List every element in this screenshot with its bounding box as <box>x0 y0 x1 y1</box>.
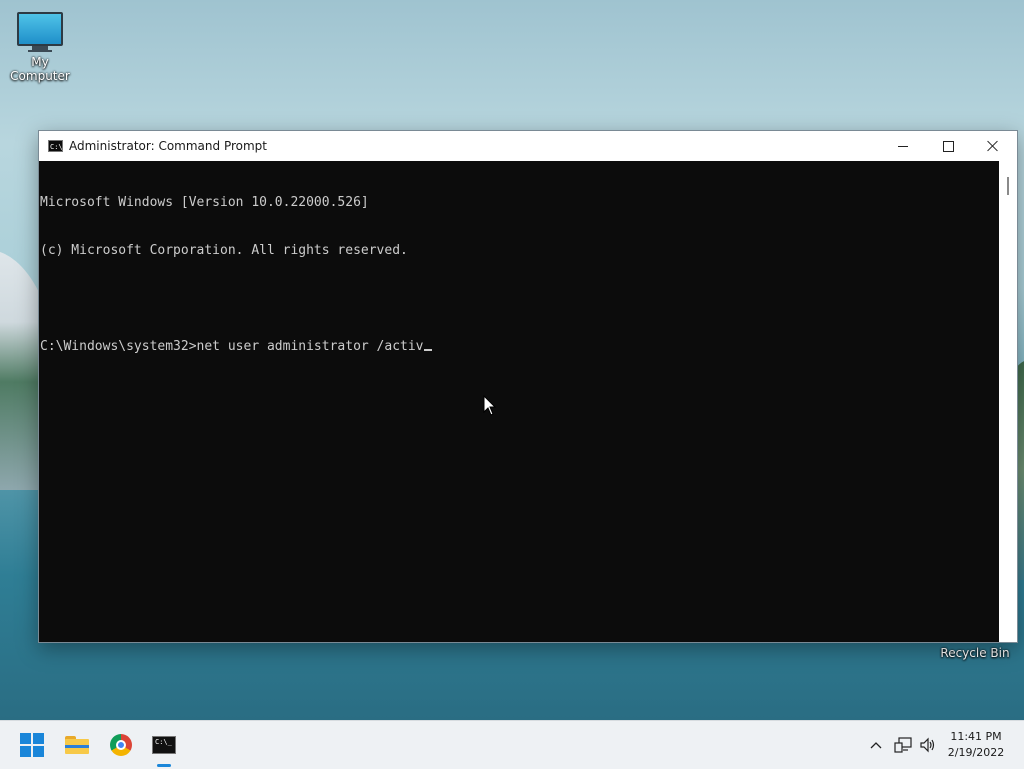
clock-time: 11:41 PM <box>950 730 1002 743</box>
active-app-indicator <box>157 764 171 767</box>
text-cursor <box>423 349 432 351</box>
desktop-icon-label: My Computer <box>10 55 70 83</box>
show-hidden-icons-button[interactable] <box>866 735 886 755</box>
windows-logo-icon <box>20 733 44 757</box>
desktop-icon-my-computer[interactable]: My Computer <box>0 12 80 83</box>
volume-button[interactable] <box>918 735 938 755</box>
monitor-base <box>28 50 52 52</box>
clock-date: 2/19/2022 <box>947 746 1005 759</box>
file-explorer-button[interactable] <box>63 731 91 759</box>
network-button[interactable] <box>893 735 913 755</box>
console-prompt-text: C:\Windows\system32>net user administrat… <box>40 339 424 354</box>
start-button[interactable] <box>18 731 46 759</box>
console-line: (c) Microsoft Corporation. All rights re… <box>40 243 408 258</box>
minimize-button[interactable] <box>880 131 926 161</box>
desktop-icon-label: Recycle Bin <box>940 646 1010 660</box>
console-input-line[interactable]: C:\Windows\system32>net user administrat… <box>40 339 999 355</box>
chrome-button[interactable] <box>107 731 135 759</box>
folder-icon <box>65 736 89 754</box>
scrollbar-thumb[interactable] <box>1007 177 1009 195</box>
close-icon <box>987 140 999 152</box>
mouse-pointer-icon <box>483 395 497 416</box>
vertical-scrollbar[interactable] <box>999 161 1017 642</box>
cmd-icon: C:\_ <box>152 736 176 754</box>
close-button[interactable] <box>970 131 1016 161</box>
taskbar: C:\_ 11:41 PM 2/19/2022 <box>0 720 1024 769</box>
maximize-icon <box>942 140 954 152</box>
console-output[interactable]: Microsoft Windows [Version 10.0.22000.52… <box>39 161 999 642</box>
network-icon <box>894 737 912 753</box>
window-title: Administrator: Command Prompt <box>69 139 267 153</box>
cmd-icon: C:\_ <box>48 140 67 152</box>
speaker-icon <box>920 737 935 753</box>
minimize-icon <box>898 145 908 147</box>
chrome-icon <box>110 734 132 756</box>
title-bar[interactable]: C:\_ Administrator: Command Prompt <box>39 131 1017 161</box>
chevron-up-icon <box>870 742 882 749</box>
console-line: Microsoft Windows [Version 10.0.22000.52… <box>40 195 369 210</box>
monitor-icon <box>17 12 63 46</box>
clock-button[interactable]: 11:41 PM 2/19/2022 <box>940 729 1012 761</box>
maximize-button[interactable] <box>925 131 971 161</box>
command-prompt-window[interactable]: C:\_ Administrator: Command Prompt Micro… <box>38 130 1018 643</box>
desktop-icon-recycle-bin[interactable]: Recycle Bin <box>935 646 1015 660</box>
command-prompt-taskbar-button[interactable]: C:\_ <box>150 731 178 759</box>
